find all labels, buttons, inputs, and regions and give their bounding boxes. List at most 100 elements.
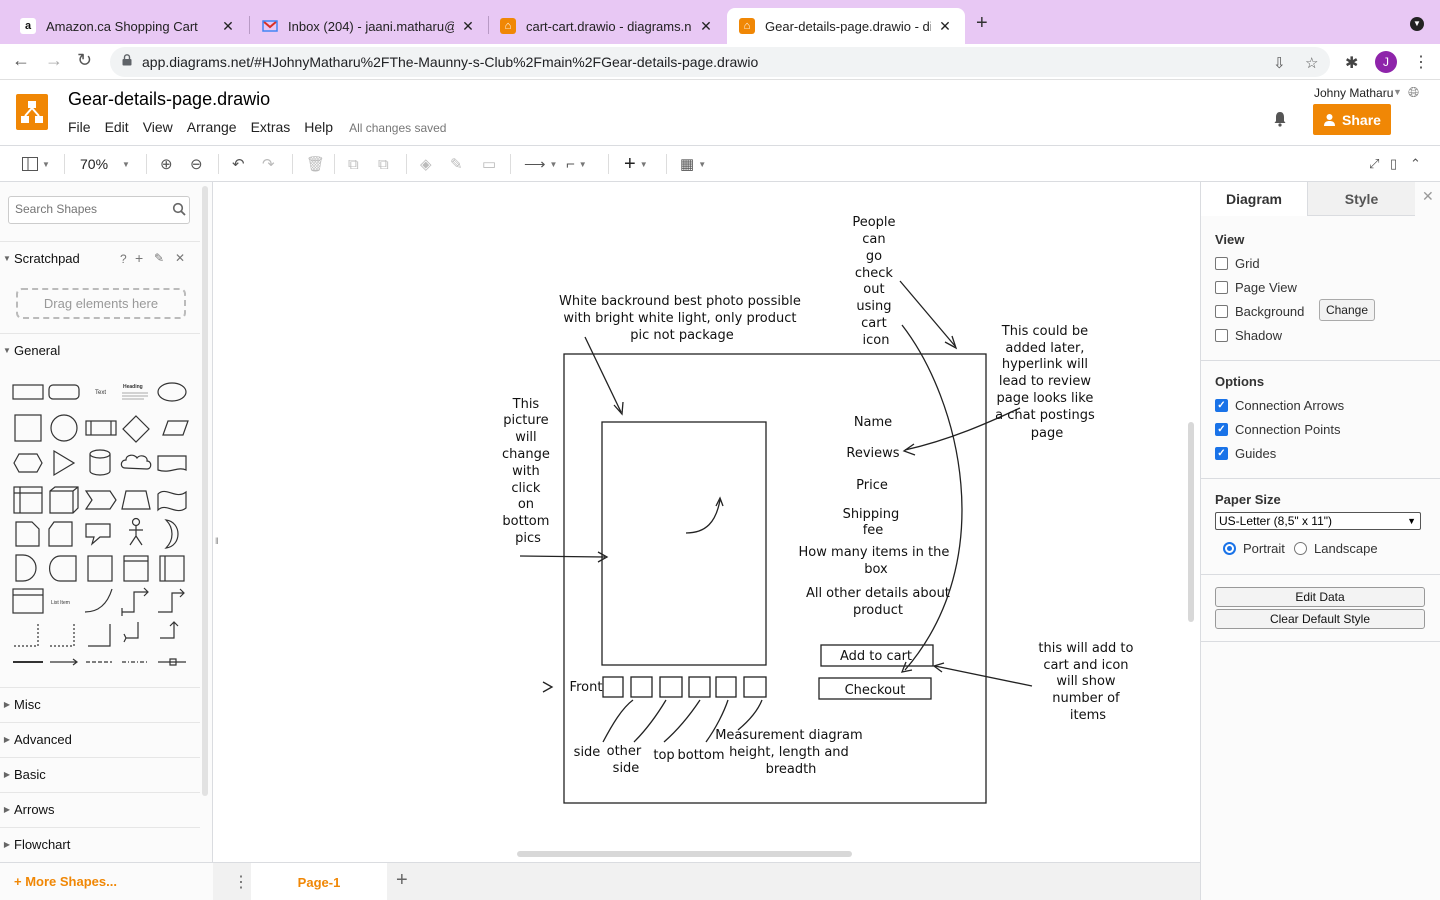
cloud-shape[interactable] [120,454,152,470]
square-shape[interactable] [14,414,42,442]
tab-style[interactable]: Style [1308,182,1415,216]
browser-tab-gear-details[interactable]: ⌂ Gear-details-page.drawio - diagrams.ne… [727,8,965,44]
frame-shape[interactable] [123,555,149,582]
tab-search-icon[interactable]: ▼ [1410,17,1424,31]
checkbox-icon[interactable] [1215,257,1228,270]
browser-tab-gmail[interactable]: Inbox (204) - jaani.matharu@gmail.com ✕ [250,8,488,44]
new-tab-icon[interactable]: + [976,12,988,35]
tab-diagram[interactable]: Diagram [1201,182,1308,216]
curve-shape[interactable] [84,588,113,613]
fill-color-icon[interactable]: ◈ [420,154,432,174]
stored-data-shape[interactable] [48,555,77,582]
bookmark-star-icon[interactable]: ☆ [1305,54,1318,72]
card-shape[interactable] [48,521,73,547]
to-front-icon[interactable]: ⧉ [348,154,359,174]
checkbox-checked-icon[interactable]: ✓ [1215,399,1228,412]
format-panel-icon[interactable]: ▯ [1390,154,1397,174]
zoom-select[interactable]: 70% ▼ [80,154,130,174]
shadow-checkbox[interactable]: Shadow [1215,328,1282,343]
thumbnail-1[interactable] [602,676,624,698]
waypoints-icon[interactable]: ⌐ ▼ [566,154,587,174]
guides-checkbox[interactable]: ✓ Guides [1215,446,1276,461]
up-arrow-shape[interactable] [160,621,179,639]
close-tab-icon[interactable]: ✕ [698,18,714,35]
ellipse-shape[interactable] [157,382,187,402]
install-app-icon[interactable]: ⇩ [1273,54,1286,72]
checkbox-icon[interactable] [1215,329,1228,342]
checkout-label[interactable]: Checkout [845,683,906,698]
sidebar-scrollbar[interactable] [202,186,208,796]
reload-icon[interactable]: ↻ [77,50,92,71]
basic-section-header[interactable]: ▶ Basic [0,757,200,791]
misc-section-header[interactable]: ▶ Misc [0,687,200,721]
text-shape[interactable]: Text [95,390,106,396]
thumbnail-4[interactable] [688,676,711,698]
rectangle-shape[interactable] [12,384,44,400]
step-shape[interactable] [84,490,117,510]
connection-points-checkbox[interactable]: ✓ Connection Points [1215,422,1341,437]
insert-plus-icon[interactable]: + ▼ [624,153,648,175]
thumbnail-3[interactable] [659,676,683,698]
back-icon[interactable]: ← [12,50,30,71]
circle-shape[interactable] [50,414,78,442]
plain-square-shape[interactable] [87,555,113,582]
list-shape[interactable] [12,588,44,614]
checkbox-icon[interactable] [1215,305,1228,318]
menu-view[interactable]: View [143,119,173,135]
zoom-in-icon[interactable]: ⊕ [160,154,173,174]
diagram-canvas[interactable]: White backround best photo possible with… [221,182,1199,862]
diamond-shape[interactable] [122,415,150,443]
browser-menu-icon[interactable]: ⋮ [1413,52,1429,72]
close-tab-icon[interactable]: ✕ [937,18,953,35]
delete-icon[interactable]: 🗑︎ [306,154,325,174]
arrow-line-shape[interactable] [50,658,78,666]
add-page-icon[interactable]: + [396,869,408,892]
add-icon[interactable]: + [135,250,143,266]
address-bar[interactable]: app.diagrams.net/#HJohnyMatharu%2FThe-Ma… [110,47,1330,77]
corner-line-shape[interactable] [88,624,111,647]
menu-arrange[interactable]: Arrange [187,119,237,135]
menu-extras[interactable]: Extras [251,119,291,135]
checkbox-checked-icon[interactable]: ✓ [1215,423,1228,436]
trapezoid-shape[interactable] [121,490,151,510]
parallelogram-shape[interactable] [162,420,189,436]
radio-icon[interactable] [1294,542,1307,555]
swimlane-shape[interactable] [159,555,185,582]
more-shapes-button[interactable]: + More Shapes... [14,874,117,889]
scratchpad-dropzone[interactable]: Drag elements here [16,288,186,319]
portrait-radio[interactable]: Portrait [1223,541,1285,556]
edit-pencil-icon[interactable]: ✎ [154,251,164,265]
triangle-shape[interactable] [53,449,76,477]
browser-tab-cart-drawio[interactable]: ⌂ cart-cart.drawio - diagrams.net ✕ [488,8,726,44]
canvas-horizontal-scrollbar[interactable] [517,851,852,857]
forward-icon[interactable]: → [45,50,63,71]
general-section-header[interactable]: ▼ General [0,333,200,367]
close-tab-icon[interactable]: ✕ [220,18,236,35]
dotted-line-shape[interactable] [14,624,39,647]
add-to-cart-label[interactable]: Add to cart [840,649,912,664]
container-shape[interactable] [13,486,43,514]
thumbnail-6[interactable] [743,676,767,698]
notification-bell-icon[interactable] [1272,111,1288,127]
change-background-button[interactable]: Change [1319,299,1375,321]
arrows-section-header[interactable]: ▶ Arrows [0,792,200,826]
cylinder-shape[interactable] [89,449,111,476]
chevron-down-icon[interactable]: ▼ [1393,87,1402,97]
sidebar-resize-handle[interactable]: ‖ [215,536,219,548]
wireframe-diagram[interactable]: White backround best photo possible with… [221,182,1199,862]
heading-shape[interactable]: Heading [123,384,143,390]
or-shape[interactable] [164,519,179,549]
document-title[interactable]: Gear-details-page.drawio [68,89,270,110]
to-back-icon[interactable]: ⧉ [378,154,389,174]
clear-default-style-button[interactable]: Clear Default Style [1215,609,1425,629]
menu-help[interactable]: Help [304,119,333,135]
checkbox-checked-icon[interactable]: ✓ [1215,447,1228,460]
shadow-icon[interactable]: ▭ [482,154,496,174]
cube-shape[interactable] [49,486,79,514]
panels-toggle-button[interactable]: ▼ [22,154,50,174]
landscape-radio[interactable]: Landscape [1294,541,1378,556]
radio-selected-icon[interactable] [1223,542,1236,555]
background-checkbox[interactable]: Background [1215,304,1304,319]
flowchart-section-header[interactable]: ▶ Flowchart [0,827,200,861]
note-shape[interactable] [15,521,40,547]
